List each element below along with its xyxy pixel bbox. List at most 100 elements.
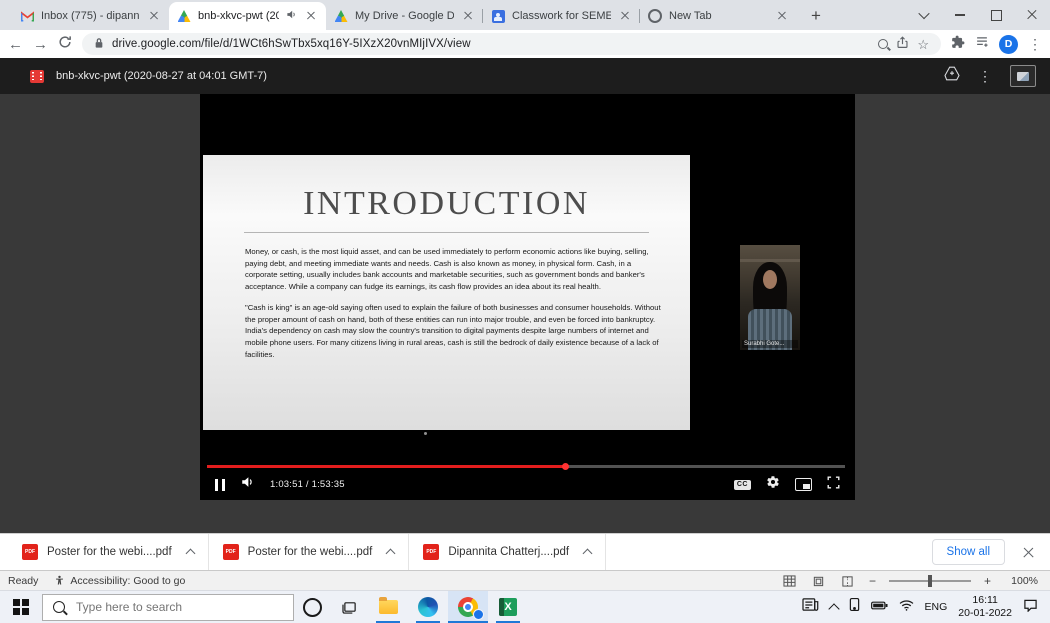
- clock[interactable]: 16:11 20-01-2022: [958, 594, 1012, 620]
- pdf-icon: PDF: [22, 544, 38, 560]
- window-menu-button[interactable]: [906, 0, 942, 30]
- tab-label: New Tab: [669, 10, 768, 22]
- miniplayer-icon[interactable]: [795, 478, 812, 491]
- tab-close-button[interactable]: [304, 9, 318, 23]
- tab-gmail-inbox[interactable]: Inbox (775) - dipannita.chatte: [12, 2, 169, 30]
- video-player[interactable]: INTRODUCTION Money, or cash, is the most…: [200, 94, 855, 500]
- zoom-in-button[interactable]: +: [984, 575, 991, 587]
- minimize-button[interactable]: [942, 0, 978, 30]
- windows-logo-icon: [13, 599, 28, 614]
- task-view-button[interactable]: [331, 591, 368, 623]
- drive-icon: [334, 9, 348, 23]
- cortana-button[interactable]: [294, 591, 331, 623]
- close-icon: [150, 12, 158, 20]
- presentation-slide: INTRODUCTION Money, or cash, is the most…: [203, 155, 690, 430]
- taskbar-search-box[interactable]: [42, 594, 294, 621]
- maximize-icon: [991, 10, 1002, 21]
- download-filename: Dipannita Chatterj....pdf: [448, 546, 569, 558]
- chevron-up-icon[interactable]: [185, 549, 195, 559]
- taskbar-edge[interactable]: [408, 591, 448, 623]
- pause-button[interactable]: [215, 479, 225, 491]
- classroom-icon: [491, 9, 505, 23]
- pdf-icon: PDF: [223, 544, 239, 560]
- file-explorer-icon: [379, 600, 398, 614]
- address-bar[interactable]: drive.google.com/file/d/1WCt6hSwTbx5xq16…: [82, 33, 941, 55]
- wifi-icon[interactable]: [899, 598, 914, 616]
- time-display: 1:03:51 / 1:53:35: [270, 479, 345, 490]
- search-input[interactable]: [74, 599, 283, 615]
- normal-view-button[interactable]: [782, 574, 798, 588]
- profile-avatar[interactable]: D: [999, 35, 1018, 54]
- fullscreen-icon[interactable]: [827, 476, 840, 494]
- battery-icon[interactable]: [871, 598, 888, 616]
- share-icon[interactable]: [896, 36, 909, 52]
- accessibility-status[interactable]: Accessibility: Good to go: [54, 575, 185, 587]
- zoom-out-button[interactable]: −: [869, 575, 876, 587]
- chevron-up-icon[interactable]: [583, 549, 593, 559]
- tab-new-tab[interactable]: New Tab: [640, 2, 797, 30]
- zoom-slider-thumb[interactable]: [928, 575, 932, 587]
- search-icon: [53, 601, 65, 613]
- add-to-drive-icon[interactable]: [944, 66, 960, 86]
- image-icon: [1017, 72, 1029, 81]
- news-widget-icon[interactable]: [802, 597, 819, 617]
- close-window-button[interactable]: [1014, 0, 1050, 30]
- settings-gear-icon[interactable]: [766, 475, 780, 494]
- webcam-name-label: Surabhi Gote...: [742, 340, 798, 348]
- taskbar-excel[interactable]: X: [488, 591, 528, 623]
- tab-close-button[interactable]: [147, 9, 161, 23]
- tab-classroom[interactable]: Classwork for SEMESTER III S: [483, 2, 640, 30]
- tab-my-drive[interactable]: My Drive - Google Drive: [326, 2, 483, 30]
- zoom-page-icon[interactable]: [878, 39, 888, 49]
- desktop-screen: Inbox (775) - dipannita.chatte bnb-xkvc-…: [0, 0, 1050, 623]
- page-break-view-button[interactable]: [840, 574, 856, 588]
- close-icon: [464, 12, 472, 20]
- browser-toolbar: ← → drive.google.com/file/d/1WCt6hSwTbx5…: [0, 30, 1050, 58]
- download-item[interactable]: PDF Dipannita Chatterj....pdf: [409, 534, 606, 570]
- browser-menu-icon[interactable]: ⋮: [1028, 37, 1042, 51]
- tab-close-button[interactable]: [775, 9, 789, 23]
- open-in-new-window-button[interactable]: [1010, 65, 1036, 87]
- chrome-profile-badge: [473, 609, 484, 620]
- tab-close-button[interactable]: [618, 9, 632, 23]
- close-downloads-icon[interactable]: [1023, 547, 1034, 558]
- bookmark-star-icon[interactable]: ☆: [917, 38, 929, 51]
- video-controls: 1:03:51 / 1:53:35 CC: [200, 471, 855, 498]
- video-progress-bar[interactable]: [207, 465, 845, 468]
- back-button[interactable]: ←: [8, 37, 23, 52]
- reload-button[interactable]: [58, 35, 72, 54]
- lock-icon[interactable]: [94, 37, 104, 52]
- slide-paragraph: Money, or cash, is the most liquid asset…: [245, 246, 665, 293]
- show-all-button[interactable]: Show all: [932, 539, 1005, 565]
- captions-button[interactable]: CC: [734, 480, 751, 490]
- side-panel-icon[interactable]: [975, 35, 989, 53]
- volume-icon[interactable]: [240, 475, 255, 494]
- tab-drive-video-active[interactable]: bnb-xkvc-pwt (2020-08-2: [169, 2, 326, 30]
- edge-icon: [418, 597, 438, 617]
- forward-button[interactable]: →: [33, 37, 48, 52]
- new-tab-button[interactable]: +: [803, 3, 829, 29]
- file-title: bnb-xkvc-pwt (2020-08-27 at 04:01 GMT-7): [56, 70, 932, 82]
- chevron-up-icon[interactable]: [386, 549, 396, 559]
- tab-audio-icon[interactable]: [286, 9, 297, 23]
- notification-center-icon[interactable]: [1023, 598, 1038, 617]
- close-icon: [621, 12, 629, 20]
- your-phone-icon[interactable]: [849, 597, 860, 617]
- download-item[interactable]: PDF Poster for the webi....pdf: [8, 534, 209, 570]
- page-layout-view-button[interactable]: [811, 574, 827, 588]
- download-item[interactable]: PDF Poster for the webi....pdf: [209, 534, 410, 570]
- hidden-icons-chevron[interactable]: [828, 603, 839, 614]
- taskbar-file-explorer[interactable]: [368, 591, 408, 623]
- language-indicator[interactable]: ENG: [925, 601, 948, 613]
- taskbar-chrome[interactable]: [448, 591, 488, 623]
- zoom-percent-label[interactable]: 100%: [1004, 575, 1038, 587]
- maximize-button[interactable]: [978, 0, 1014, 30]
- more-actions-icon[interactable]: ⋮: [978, 69, 992, 83]
- accessibility-label: Accessibility: Good to go: [70, 575, 185, 587]
- zoom-slider[interactable]: [889, 580, 971, 582]
- webcam-person-face: [763, 270, 777, 289]
- extensions-puzzle-icon[interactable]: [951, 35, 965, 54]
- excel-letter: X: [504, 601, 511, 613]
- tab-close-button[interactable]: [461, 9, 475, 23]
- start-button[interactable]: [0, 591, 42, 623]
